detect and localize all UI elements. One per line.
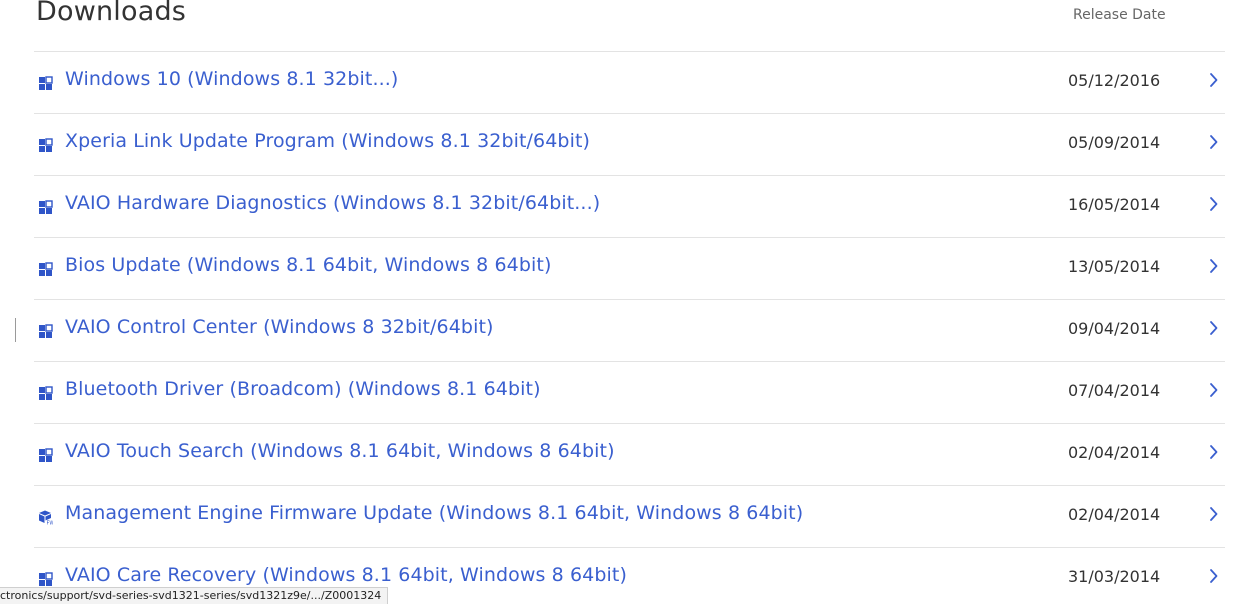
download-link[interactable]: Management Engine Firmware Update (Windo…	[65, 502, 803, 524]
chevron-right-icon[interactable]	[1209, 320, 1219, 336]
release-date: 02/04/2014	[1068, 505, 1161, 524]
downloads-list: Windows 10 (Windows 8.1 32bit...) 05/12/…	[34, 51, 1225, 604]
software-package-icon	[38, 262, 53, 277]
software-package-icon	[38, 324, 53, 339]
release-date: 05/12/2016	[1068, 71, 1161, 90]
software-package-icon	[38, 386, 53, 401]
text-cursor-mark	[15, 318, 16, 342]
svg-text:FW: FW	[47, 521, 54, 526]
download-link[interactable]: Xperia Link Update Program (Windows 8.1 …	[65, 130, 590, 152]
software-package-icon	[38, 448, 53, 463]
status-bar-url: ctronics/support/svd-series-svd1321-seri…	[0, 587, 389, 604]
download-row[interactable]: VAIO Hardware Diagnostics (Windows 8.1 3…	[34, 176, 1225, 238]
download-row[interactable]: Windows 10 (Windows 8.1 32bit...) 05/12/…	[34, 52, 1225, 114]
download-row[interactable]: Bluetooth Driver (Broadcom) (Windows 8.1…	[34, 362, 1225, 424]
chevron-right-icon[interactable]	[1209, 72, 1219, 88]
download-link[interactable]: VAIO Hardware Diagnostics (Windows 8.1 3…	[65, 192, 600, 214]
download-row[interactable]: VAIO Control Center (Windows 8 32bit/64b…	[34, 300, 1225, 362]
download-row[interactable]: Bios Update (Windows 8.1 64bit, Windows …	[34, 238, 1225, 300]
chevron-right-icon[interactable]	[1209, 196, 1219, 212]
release-date-header: Release Date	[1073, 7, 1166, 23]
download-row[interactable]: VAIO Touch Search (Windows 8.1 64bit, Wi…	[34, 424, 1225, 486]
chevron-right-icon[interactable]	[1209, 444, 1219, 460]
downloads-page: Downloads Release Date Windows 10 (Windo…	[0, 0, 1239, 604]
download-row[interactable]: FW Management Engine Firmware Update (Wi…	[34, 486, 1225, 548]
release-date: 13/05/2014	[1068, 257, 1161, 276]
chevron-right-icon[interactable]	[1209, 382, 1219, 398]
chevron-right-icon[interactable]	[1209, 258, 1219, 274]
release-date: 02/04/2014	[1068, 443, 1161, 462]
software-package-icon	[38, 572, 53, 587]
software-package-icon	[38, 76, 53, 91]
download-link[interactable]: Windows 10 (Windows 8.1 32bit...)	[65, 68, 398, 90]
release-date: 31/03/2014	[1068, 567, 1161, 586]
chevron-right-icon[interactable]	[1209, 134, 1219, 150]
chevron-right-icon[interactable]	[1209, 568, 1219, 584]
software-package-icon	[38, 138, 53, 153]
download-link[interactable]: Bios Update (Windows 8.1 64bit, Windows …	[65, 254, 551, 276]
release-date: 05/09/2014	[1068, 133, 1161, 152]
download-row[interactable]: Xperia Link Update Program (Windows 8.1 …	[34, 114, 1225, 176]
download-link[interactable]: VAIO Touch Search (Windows 8.1 64bit, Wi…	[65, 440, 615, 462]
page-title: Downloads	[36, 0, 187, 27]
release-date: 16/05/2014	[1068, 195, 1161, 214]
download-link[interactable]: VAIO Care Recovery (Windows 8.1 64bit, W…	[65, 564, 627, 586]
download-link[interactable]: Bluetooth Driver (Broadcom) (Windows 8.1…	[65, 378, 541, 400]
release-date: 07/04/2014	[1068, 381, 1161, 400]
software-package-icon	[38, 200, 53, 215]
firmware-package-icon: FW	[38, 510, 54, 527]
release-date: 09/04/2014	[1068, 319, 1161, 338]
download-link[interactable]: VAIO Control Center (Windows 8 32bit/64b…	[65, 316, 494, 338]
chevron-right-icon[interactable]	[1209, 506, 1219, 522]
